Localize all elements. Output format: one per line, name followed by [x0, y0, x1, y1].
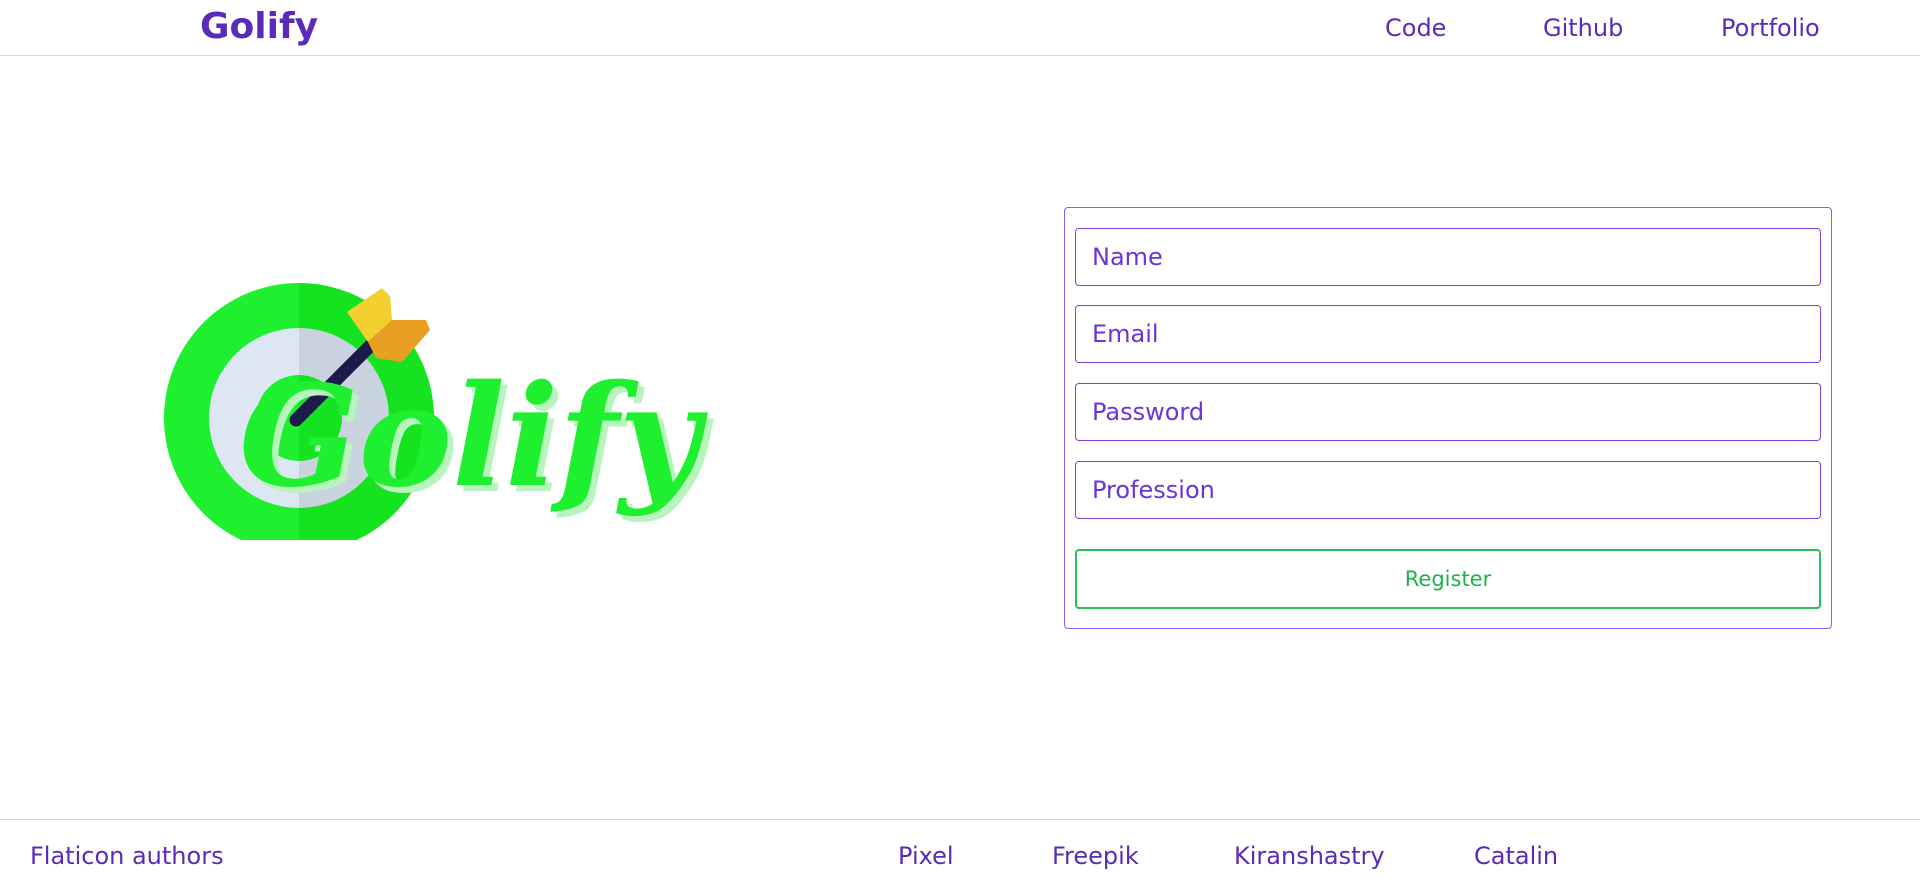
nav-link-portfolio[interactable]: Portfolio — [1721, 14, 1820, 42]
footer-author-pixel[interactable]: Pixel — [898, 842, 954, 870]
brand-link[interactable]: Golify — [200, 6, 318, 47]
logo-wordmark: Golify — [239, 355, 709, 519]
footer-author-catalin[interactable]: Catalin — [1474, 842, 1558, 870]
nav-link-code[interactable]: Code — [1385, 14, 1446, 42]
nav-link-github[interactable]: Github — [1543, 14, 1623, 42]
footer-title-link[interactable]: Flaticon authors — [30, 842, 224, 870]
name-input[interactable] — [1075, 228, 1821, 286]
profession-input[interactable] — [1075, 461, 1821, 519]
email-input[interactable] — [1075, 305, 1821, 363]
footer-author-freepik[interactable]: Freepik — [1052, 842, 1139, 870]
registration-form: Register — [1064, 207, 1832, 629]
top-navbar: Golify Code Github Portfolio — [0, 0, 1920, 56]
register-button[interactable]: Register — [1075, 549, 1821, 609]
footer: Flaticon authors Pixel Freepik Kiranshas… — [0, 819, 1920, 886]
hero-logo: Golify Golify — [140, 270, 800, 540]
footer-author-kiranshastry[interactable]: Kiranshastry — [1234, 842, 1385, 870]
golify-logo-image: Golify Golify — [164, 283, 715, 540]
password-input[interactable] — [1075, 383, 1821, 441]
